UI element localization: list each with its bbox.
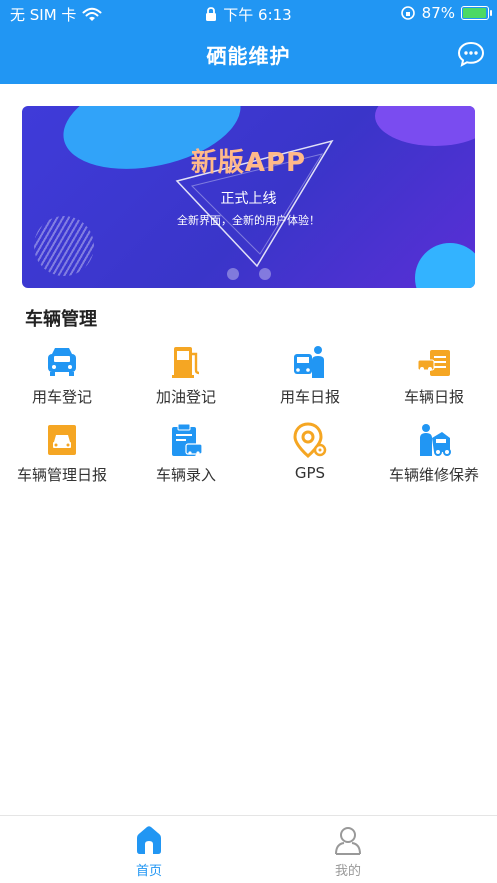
vehicle-doc-icon [48, 425, 76, 455]
bus-person-icon [294, 346, 324, 378]
promo-banner[interactable]: 新版APP 正式上线 全新界面，全新的用户体验！ [22, 106, 475, 288]
menu-item-vehicle-daily-report[interactable]: 车辆日报 [372, 340, 496, 416]
tab-home-label: 首页 [135, 864, 162, 879]
banner-subtitle: 正式上线 [220, 191, 277, 207]
chat-bubble-icon[interactable] [457, 40, 485, 68]
bottom-tab-bar: 首页 我的 [0, 815, 497, 883]
banner-decoration [415, 243, 475, 288]
car-icon [48, 348, 76, 376]
clock-text: 下午 6:13 [223, 6, 292, 24]
tab-home[interactable]: 首页 [89, 824, 209, 879]
menu-item-label: 车辆录入 [155, 466, 216, 484]
menu-item-car-registration[interactable]: 用车登记 [0, 340, 124, 416]
banner-title: 新版APP [190, 148, 307, 178]
menu-item-label: 车辆维修保养 [388, 466, 479, 484]
page-title: 硒能维护 [206, 44, 291, 68]
battery-fill [463, 8, 486, 18]
menu-item-gps[interactable]: GPS [248, 418, 372, 494]
clipboard-car-icon [172, 423, 203, 456]
menu-item-car-daily-use[interactable]: 用车日报 [248, 340, 372, 416]
menu-item-label: 用车日报 [279, 388, 340, 406]
fuel-pump-icon [172, 347, 200, 378]
carousel-indicator [22, 268, 475, 280]
banner-tagline: 全新界面，全新的用户体验！ [177, 214, 320, 227]
carousel-dot[interactable] [258, 268, 271, 280]
top-bar: 无 SIM 卡 下午 6:13 87% 硒能维护 [0, 0, 497, 84]
lock-icon [206, 7, 217, 21]
home-icon [137, 826, 161, 854]
menu-item-label: GPS [294, 464, 326, 482]
rotation-lock-icon [400, 6, 415, 20]
mechanic-icon [420, 424, 451, 456]
carousel-dot[interactable] [226, 268, 239, 280]
banner-decoration [375, 106, 475, 146]
menu-item-label: 车辆日报 [403, 388, 464, 406]
menu-item-vehicle-maintenance[interactable]: 车辆维修保养 [372, 418, 496, 494]
gps-pin-icon [293, 422, 327, 458]
battery-percent: 87% [421, 4, 455, 22]
menu-item-label: 加油登记 [155, 388, 216, 406]
status-right: 87% [400, 4, 492, 22]
menu-item-vehicle-management-report[interactable]: 车辆管理日报 [0, 418, 124, 494]
tab-mine-label: 我的 [334, 864, 361, 879]
section-title: 车辆管理 [25, 309, 97, 330]
status-bar: 无 SIM 卡 下午 6:13 87% [0, 0, 497, 28]
menu-item-fuel-registration[interactable]: 加油登记 [124, 340, 248, 416]
user-icon [335, 827, 361, 855]
menu-item-label: 车辆管理日报 [16, 466, 107, 484]
tab-mine[interactable]: 我的 [288, 824, 408, 879]
car-report-icon [417, 350, 450, 376]
battery-icon [461, 6, 492, 20]
menu-item-label: 用车登记 [31, 388, 92, 406]
menu-item-vehicle-entry[interactable]: 车辆录入 [124, 418, 248, 494]
